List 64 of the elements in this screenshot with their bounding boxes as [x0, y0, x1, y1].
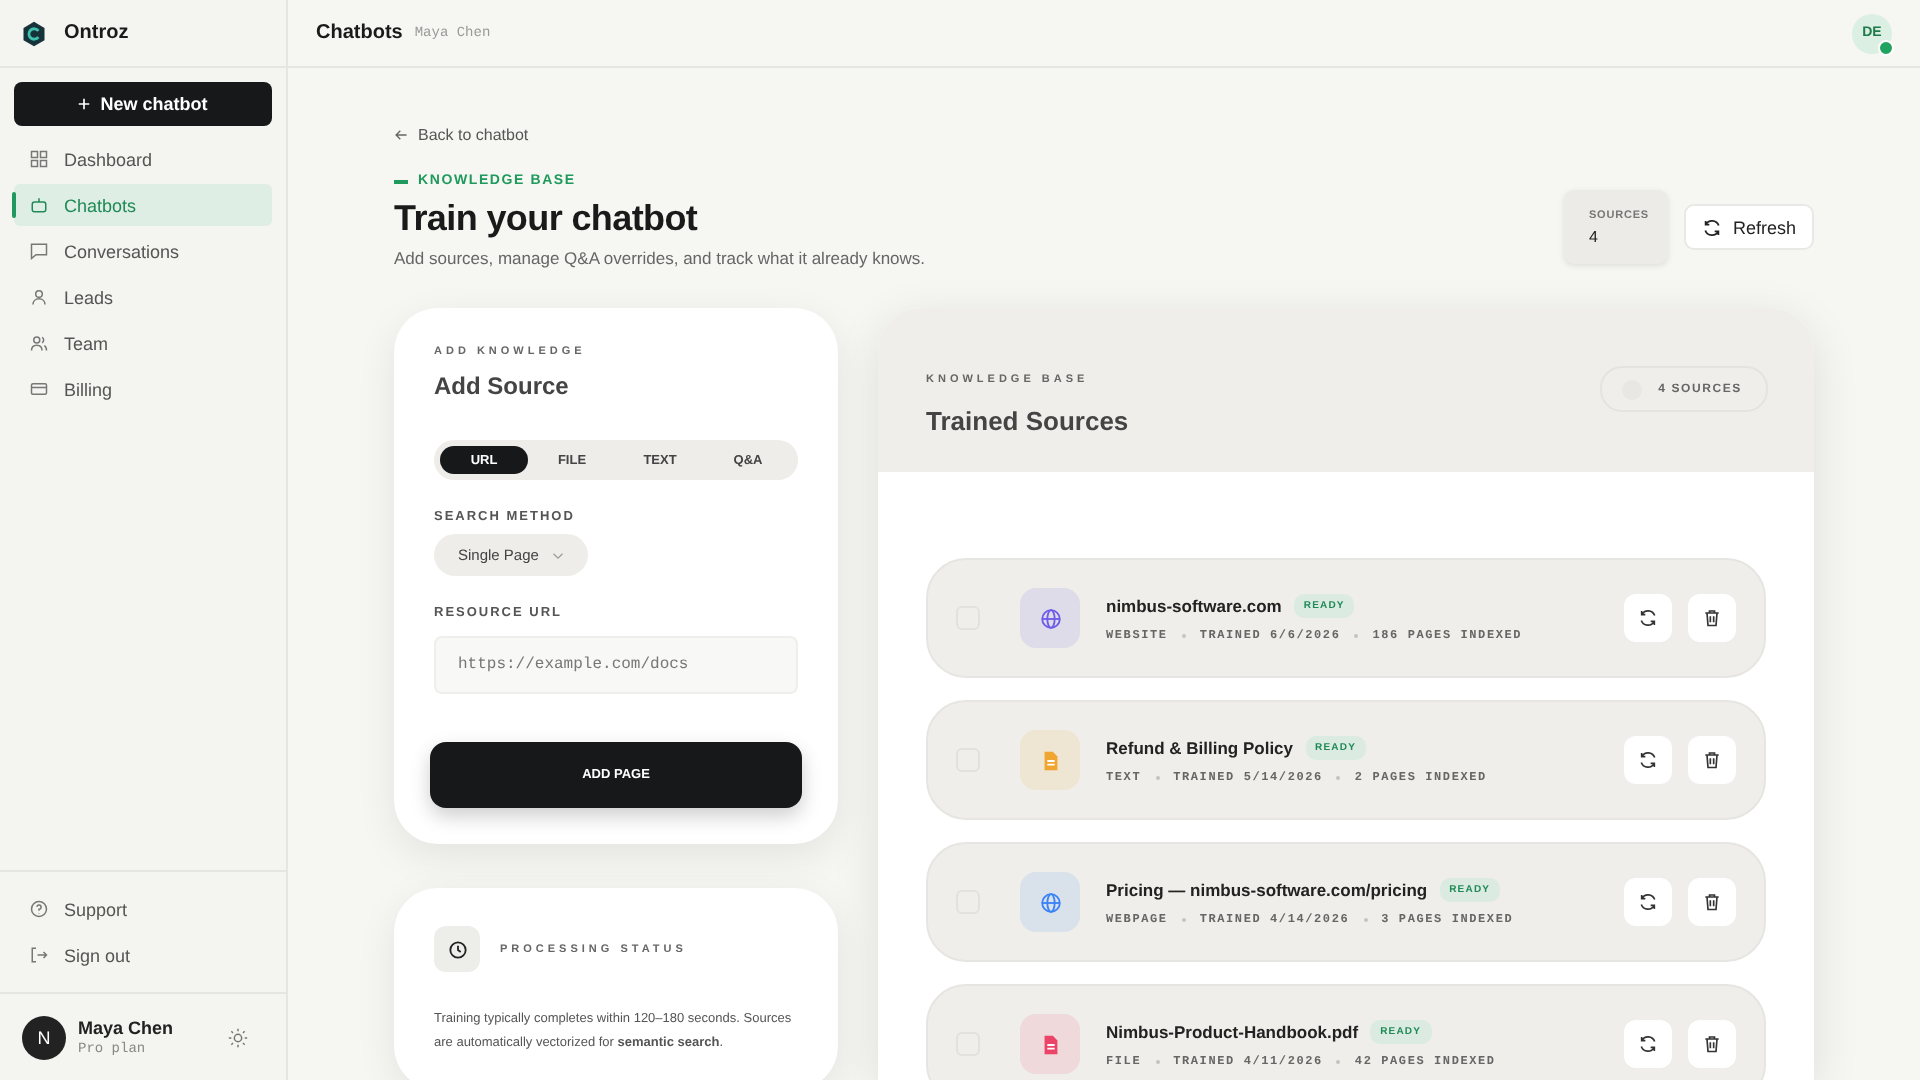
- user-avatar: N: [22, 1015, 66, 1059]
- retrain-button[interactable]: [1624, 594, 1672, 642]
- delete-button[interactable]: [1688, 594, 1736, 642]
- users-icon: [30, 334, 48, 352]
- chevron-down-icon: [552, 551, 565, 559]
- stat-value: 4: [1588, 227, 1600, 245]
- sign-out-link[interactable]: Sign out: [14, 934, 272, 976]
- trash-icon: [1702, 608, 1722, 628]
- back-link[interactable]: Back to chatbot: [394, 126, 926, 144]
- trash-icon: [1702, 892, 1722, 912]
- robot-icon: [30, 196, 48, 214]
- separator-dot: [1155, 1059, 1160, 1063]
- nav-item[interactable]: Conversations: [14, 230, 272, 272]
- url-input-field[interactable]: https://example.com/docs: [434, 636, 798, 694]
- separator-dot: [1363, 917, 1368, 921]
- user-icon: [30, 288, 48, 306]
- sun-icon[interactable]: [228, 1027, 248, 1047]
- new-chatbot-button[interactable]: New chatbot: [14, 82, 272, 126]
- nav-item[interactable]: Leads: [14, 276, 272, 318]
- brand-name: Ontroz: [64, 22, 129, 44]
- separator-dot: [1181, 633, 1186, 637]
- card-title: Add Source: [434, 372, 571, 400]
- support-link[interactable]: Support: [14, 888, 272, 930]
- trash-icon: [1702, 750, 1722, 770]
- nav-item[interactable]: Billing: [14, 368, 272, 410]
- grid-icon: [30, 150, 48, 168]
- arrow-left-icon: [394, 128, 408, 142]
- refresh-icon: [1638, 892, 1658, 912]
- separator-dot: [1155, 775, 1160, 779]
- nav-item[interactable]: Team: [14, 322, 272, 364]
- source-title: Pricing — nimbus-software.com/pricing: [1106, 880, 1428, 900]
- nav-item[interactable]: Chatbots: [14, 184, 272, 226]
- nav-item[interactable]: Dashboard: [14, 138, 272, 180]
- clock-icon: [434, 926, 480, 972]
- separator-dot: [1354, 633, 1359, 637]
- card-icon: [30, 380, 48, 398]
- refresh-icon: [1638, 1034, 1658, 1054]
- source-title: Nimbus-Product-Handbook.pdf: [1106, 1022, 1359, 1042]
- trash-icon: [1702, 1034, 1722, 1054]
- logout-icon: [30, 946, 48, 964]
- retrain-button[interactable]: [1624, 878, 1672, 926]
- separator-dot: [1181, 917, 1186, 921]
- retrain-button[interactable]: [1624, 736, 1672, 784]
- panel-title: Trained Sources: [926, 406, 1129, 436]
- delete-button[interactable]: [1688, 878, 1736, 926]
- delete-button[interactable]: [1688, 736, 1736, 784]
- logo-icon: [20, 19, 48, 47]
- user-name: Maya Chen: [78, 1017, 176, 1037]
- plus-icon: [78, 98, 91, 110]
- page-heading: Train your chatbot: [394, 198, 700, 240]
- separator-dot: [1336, 775, 1341, 779]
- refresh-icon: [1638, 608, 1658, 628]
- refresh-button[interactable]: Refresh: [1684, 204, 1814, 250]
- refresh-icon: [1638, 750, 1658, 770]
- refresh-icon: [1702, 217, 1723, 237]
- separator-dot: [1336, 1059, 1341, 1063]
- page-title: Chatbots: [316, 22, 403, 44]
- source-title: Refund & Billing Policy: [1106, 738, 1294, 758]
- chat-icon: [30, 242, 48, 260]
- source-title: nimbus-software.com: [1106, 596, 1282, 616]
- delete-button[interactable]: [1688, 1020, 1736, 1068]
- page-description: Add sources, manage Q&A overrides, and track what it already knows.: [394, 248, 926, 268]
- help-icon: [30, 900, 48, 918]
- retrain-button[interactable]: [1624, 1020, 1672, 1068]
